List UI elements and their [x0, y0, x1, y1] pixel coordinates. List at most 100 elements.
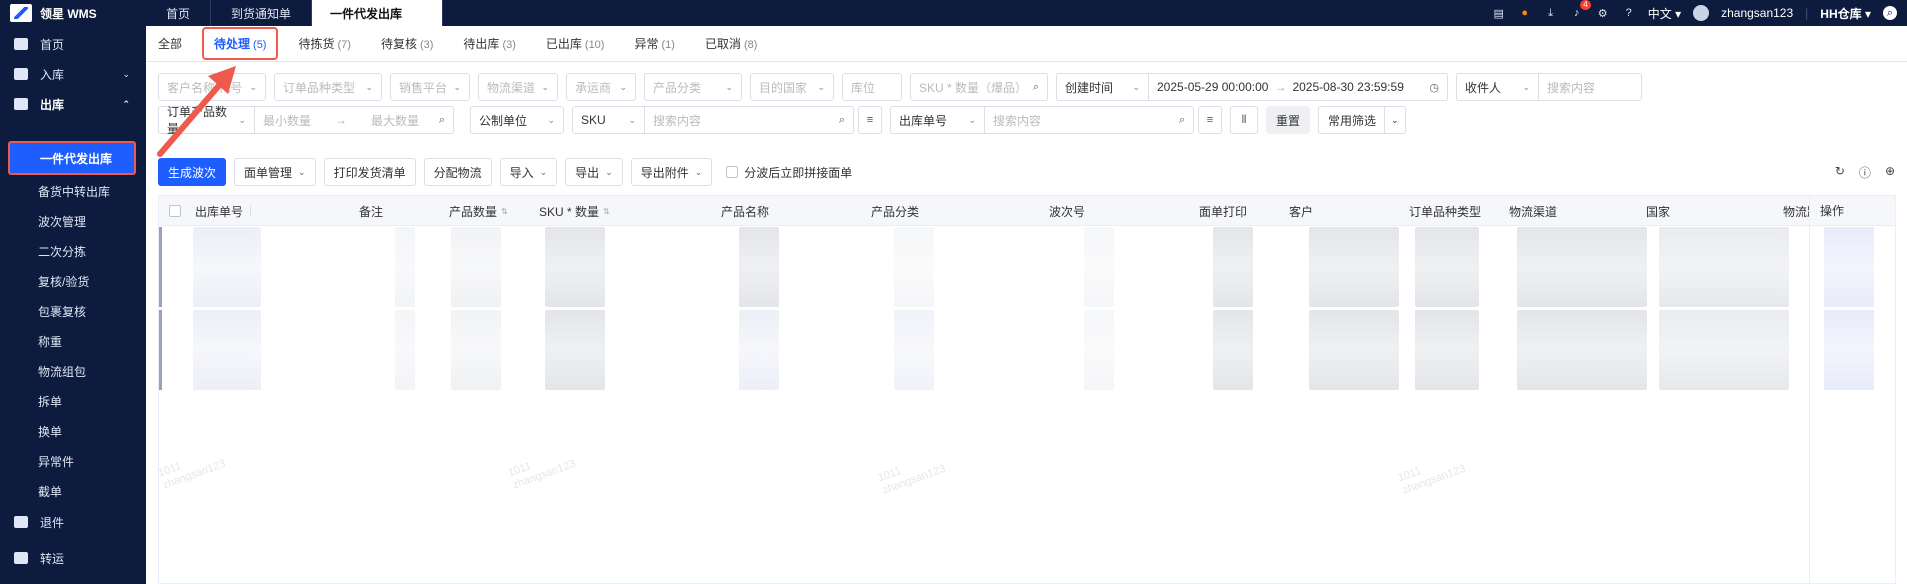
sidebar-item-split-order[interactable]: 拆单	[0, 387, 146, 415]
logistics-channel-select[interactable]: 物流渠道 ⌄	[478, 73, 558, 101]
sidebar-group-inbound[interactable]: 入库 ⌄	[0, 60, 146, 88]
checkbox[interactable]	[726, 166, 739, 178]
page-tabs: 首页 到货通知单 一件代发出库	[146, 0, 444, 26]
status-tab-exception[interactable]: 异常 (1)	[634, 35, 674, 52]
logo-icon	[10, 4, 32, 22]
search-icon[interactable]: ⌕	[1883, 6, 1897, 20]
generate-wave-button[interactable]: 生成波次	[158, 158, 227, 186]
carrier-select[interactable]: 承运商 ⌄	[566, 73, 636, 101]
username[interactable]: zhangsan123	[1721, 6, 1793, 20]
sidebar-group-returns[interactable]: 退件	[0, 508, 146, 536]
search-icon: ⌕	[438, 113, 445, 126]
sidebar-item-weighing[interactable]: 称重	[0, 327, 146, 355]
unit-select[interactable]: 公制单位 ⌄	[470, 106, 564, 134]
sidebar-item-secondary-sorting[interactable]: 二次分拣	[0, 237, 146, 265]
customer-select[interactable]: 客户名称/代号 ⌄	[158, 73, 266, 101]
zoom-icon[interactable]: ⊕	[1885, 164, 1895, 181]
bell-icon[interactable]: ♪ 4	[1570, 0, 1591, 20]
date-range-picker[interactable]: 2025-05-29 00:00:00 → 2025-08-30 23:59:59 ◷	[1148, 73, 1448, 101]
table-row[interactable]	[159, 227, 1809, 307]
receiver-select[interactable]: 收件人 ⌄	[1456, 73, 1538, 101]
table-row[interactable]	[159, 310, 1809, 390]
row-action[interactable]	[1824, 310, 1874, 390]
status-tab-all[interactable]: 全部	[158, 35, 182, 52]
sidebar-group-outbound[interactable]: 出库 ⌃	[0, 90, 146, 118]
chevron-down-icon: ⌄	[605, 166, 613, 177]
select-all-checkbox[interactable]	[169, 205, 181, 217]
sidebar-item-dropship-outbound[interactable]: 一件代发出库	[8, 141, 136, 175]
row-action[interactable]	[1824, 227, 1874, 307]
assign-logistics-button[interactable]: 分配物流	[423, 158, 492, 186]
common-filter-button[interactable]: 常用筛选 ⌄	[1318, 106, 1406, 134]
clipboard-icon[interactable]: ▤	[1492, 6, 1506, 20]
robot-icon[interactable]: ●	[1518, 6, 1532, 20]
sidebar-item-stock-transfer-outbound[interactable]: 备货中转出库	[0, 177, 146, 205]
export-attachment-button[interactable]: 导出附件 ⌄	[630, 158, 713, 186]
sku-qty-input[interactable]: SKU * 数量（爆品） ⌕	[910, 73, 1048, 101]
print-list-button[interactable]: 打印发货清单	[323, 158, 416, 186]
destination-country-select[interactable]: 目的国家 ⌄	[750, 73, 834, 101]
product-category-select[interactable]: 产品分类 ⌄	[644, 73, 742, 101]
download-icon[interactable]: ⤓	[1544, 6, 1558, 20]
sidebar-group-home[interactable]: 首页	[0, 30, 146, 58]
export-button[interactable]: 导出 ⌄	[565, 158, 623, 186]
order-type-select[interactable]: 订单品种类型 ⌄	[274, 73, 382, 101]
gear-icon[interactable]: ⚙	[1596, 6, 1610, 20]
col-country: 国家	[1646, 204, 1671, 219]
chevron-down-icon[interactable]: ⌄	[1384, 107, 1405, 133]
outbound-icon	[14, 98, 28, 110]
action-toolbar: 生成波次 面单管理 ⌄ 打印发货清单 分配物流 导入 ⌄ 导出 ⌄ 导出附件 ⌄ 分波后…	[158, 158, 852, 186]
waybill-management-button[interactable]: 面单管理 ⌄	[234, 158, 316, 186]
tab-arrival-notice[interactable]: 到货通知单	[211, 0, 313, 26]
sidebar-item-change-order[interactable]: 换单	[0, 417, 146, 445]
avatar[interactable]	[1693, 5, 1710, 21]
import-button[interactable]: 导入 ⌄	[499, 158, 558, 186]
advanced-filter-icon[interactable]: ⫴	[1230, 106, 1258, 134]
platform-select[interactable]: 销售平台 ⌄	[390, 73, 470, 101]
sidebar-item-intercept[interactable]: 截单	[0, 477, 146, 505]
qty-range-input[interactable]: 最小数量 → 最大数量 ⌕	[254, 106, 454, 134]
refresh-icon[interactable]: ↻	[1835, 164, 1845, 181]
language-switch[interactable]: 中文 ▾	[1648, 5, 1681, 22]
status-tab-shipped[interactable]: 已出库 (10)	[546, 35, 605, 52]
sidebar-item-package-review[interactable]: 包裹复核	[0, 297, 146, 325]
warehouse-switch[interactable]: HH仓库 ▾	[1820, 5, 1871, 22]
status-tab-to-review[interactable]: 待复核 (3)	[381, 35, 433, 52]
watermark: 1011 zhangsan123	[1396, 462, 1468, 497]
sidebar-item-review-inspection[interactable]: 复核/验货	[0, 267, 146, 295]
sidebar-group-transfer[interactable]: 转运	[0, 544, 146, 572]
batch-search-button-2[interactable]: ≡	[1198, 106, 1222, 134]
search-icon: ⌕	[1178, 113, 1185, 126]
notification-badge: 4	[1580, 0, 1591, 10]
help-icon[interactable]: ⓘ	[1859, 164, 1871, 181]
outbound-no-select[interactable]: 出库单号 ⌄	[890, 106, 984, 134]
help-icon[interactable]: ?	[1622, 6, 1636, 20]
status-tab-cancelled[interactable]: 已取消 (8)	[705, 35, 757, 52]
tab-dropship-outbound[interactable]: 一件代发出库	[312, 0, 444, 26]
order-product-qty-select[interactable]: 订单产品数量 ⌄	[158, 105, 254, 136]
time-type-select[interactable]: 创建时间 ⌄	[1056, 73, 1148, 101]
sidebar-item-logistics-packing[interactable]: 物流组包	[0, 357, 146, 385]
sku-select[interactable]: SKU ⌄	[572, 106, 644, 134]
sidebar-item-exception[interactable]: 异常件	[0, 447, 146, 475]
sku-search-input[interactable]: 搜索内容 ⌕	[644, 106, 854, 134]
outbound-no-search-input[interactable]: 搜索内容 ⌕	[984, 106, 1194, 134]
tab-home[interactable]: 首页	[146, 0, 212, 26]
location-input[interactable]: 库位	[842, 73, 902, 101]
logo-text: 领星 WMS	[40, 6, 97, 21]
status-tab-to-ship[interactable]: 待出库 (3)	[463, 35, 515, 52]
receiver-search-input[interactable]: 搜索内容	[1538, 73, 1642, 101]
batch-search-button[interactable]: ≡	[858, 106, 882, 134]
inbound-icon	[14, 68, 28, 80]
watermark: 1011 zhangsan123	[506, 457, 578, 492]
app-logo[interactable]: 领星 WMS	[0, 0, 146, 26]
status-tab-pending[interactable]: 待处理 (5)	[202, 27, 279, 60]
sidebar-item-wave-management[interactable]: 波次管理	[0, 207, 146, 235]
col-sku-qty[interactable]: SKU * 数量 ⇅	[539, 196, 610, 226]
col-product-qty[interactable]: 产品数量 ⇅	[449, 196, 508, 226]
transfer-icon	[14, 552, 28, 564]
reset-button[interactable]: 重置	[1266, 106, 1311, 134]
status-tab-to-pick[interactable]: 待拣货 (7)	[298, 35, 350, 52]
split-print-checkbox[interactable]: 分波后立即拼接面单	[726, 164, 852, 181]
col-wave-no: 波次号	[1049, 204, 1086, 219]
